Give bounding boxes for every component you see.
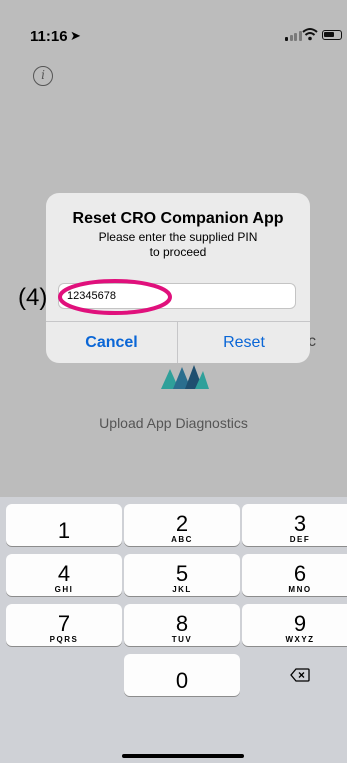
key-0[interactable]: 0 xyxy=(124,654,240,696)
key-5[interactable]: 5 JKL xyxy=(124,554,240,596)
cancel-button[interactable]: Cancel xyxy=(46,322,177,363)
status-time: 11:16 xyxy=(30,28,68,45)
app-logo-icon xyxy=(161,365,209,389)
app-screen: 11:16 ➤ i c c Upload App Diagnostics Res… xyxy=(0,0,347,763)
status-bar: 11:16 ➤ xyxy=(0,0,347,60)
cellular-signal-icon xyxy=(285,31,302,41)
key-9[interactable]: 9 WXYZ xyxy=(242,604,347,646)
location-arrow-icon: ➤ xyxy=(70,28,81,43)
info-icon[interactable]: i xyxy=(33,66,53,86)
annotation-highlight-ellipse xyxy=(58,279,172,315)
alert-message: Please enter the supplied PIN to proceed xyxy=(98,230,258,259)
reset-button[interactable]: Reset xyxy=(178,322,310,363)
key-3[interactable]: 3 DEF xyxy=(242,504,347,546)
key-2[interactable]: 2 ABC xyxy=(124,504,240,546)
delete-key[interactable] xyxy=(242,654,347,696)
wifi-icon xyxy=(302,28,318,41)
annotation-step-label: (4) xyxy=(18,284,48,311)
alert-title: Reset CRO Companion App xyxy=(72,210,284,227)
battery-icon xyxy=(322,30,342,40)
key-8[interactable]: 8 TUV xyxy=(124,604,240,646)
upload-diagnostics-button[interactable]: Upload App Diagnostics xyxy=(0,415,347,431)
backspace-icon xyxy=(290,668,310,682)
home-indicator[interactable] xyxy=(122,754,244,758)
key-4[interactable]: 4 GHI xyxy=(6,554,122,596)
key-7[interactable]: 7 PQRS xyxy=(6,604,122,646)
key-1[interactable]: 1 xyxy=(6,504,122,546)
key-6[interactable]: 6 MNO xyxy=(242,554,347,596)
numeric-keypad: 1 2 ABC 3 DEF 4 GHI 5 JKL 6 MNO 7 PQRS 8 TUV 9W… xyxy=(0,497,347,763)
